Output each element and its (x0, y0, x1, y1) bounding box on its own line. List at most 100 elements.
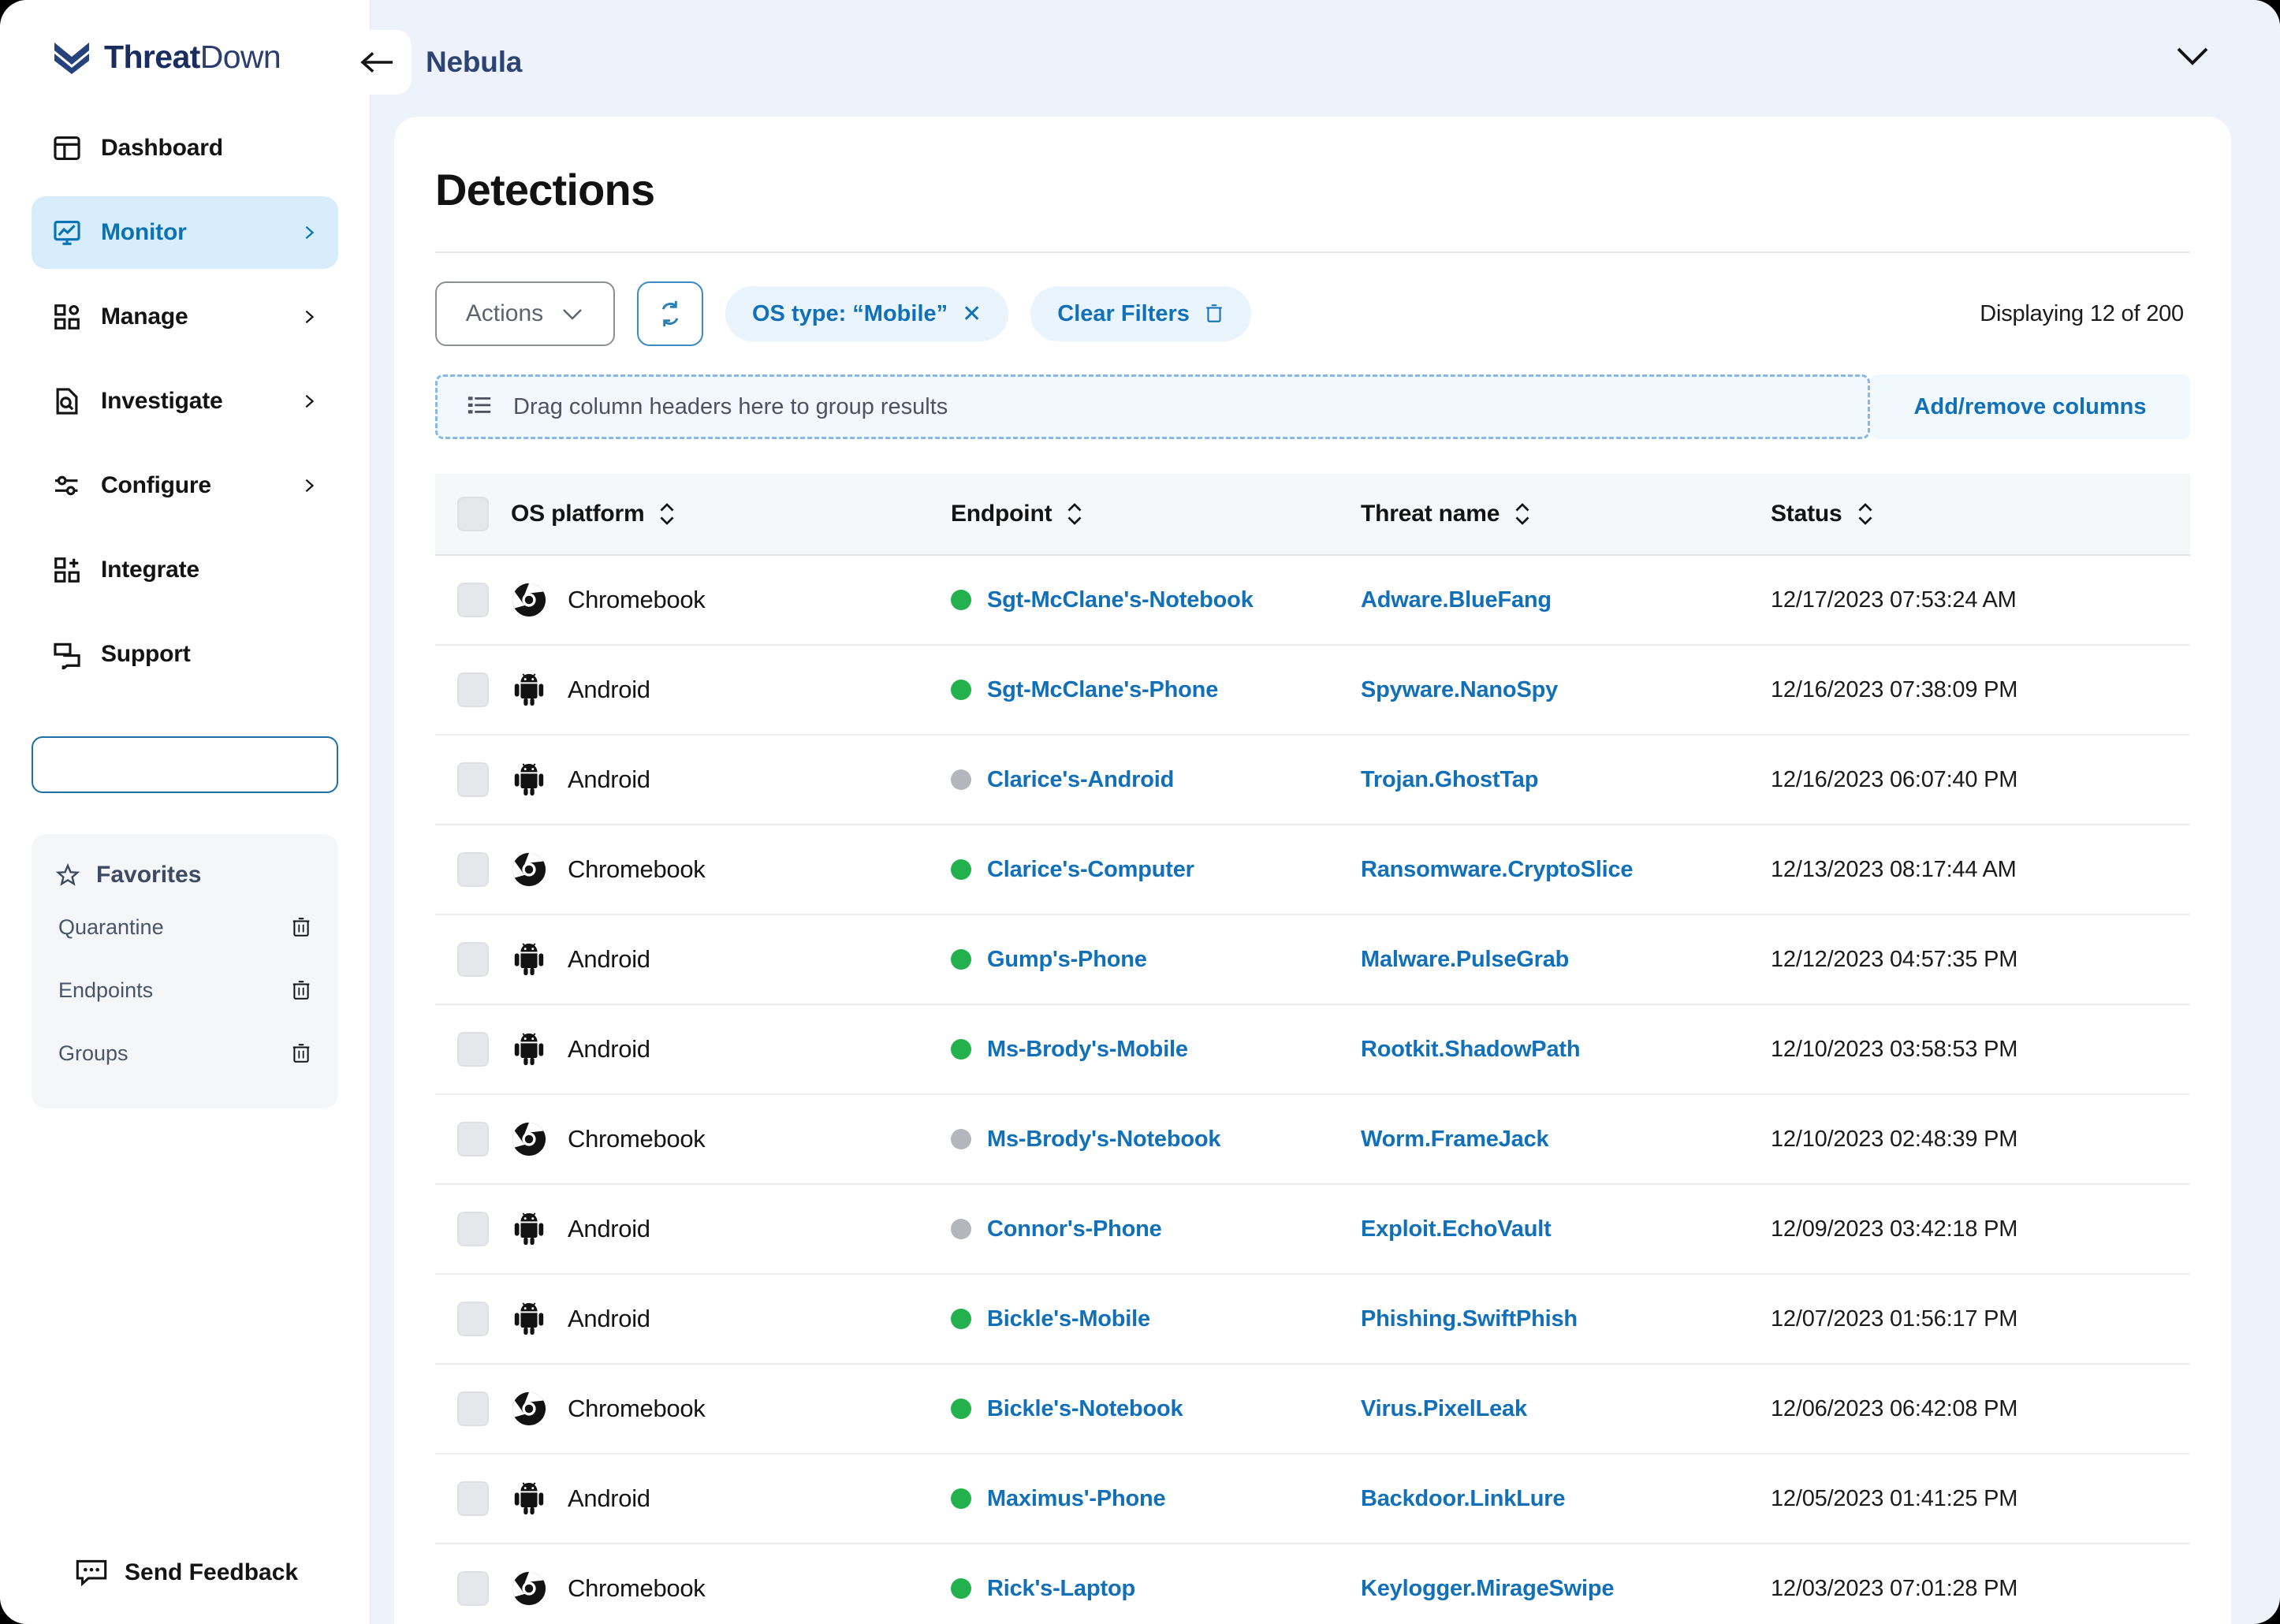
table-row[interactable]: AndroidSgt-McClane's-PhoneSpyware.NanoSp… (435, 646, 2190, 736)
table-row[interactable]: ChromebookMs-Brody's-NotebookWorm.FrameJ… (435, 1095, 2190, 1185)
chevron-down-icon[interactable] (2174, 44, 2211, 68)
row-select-cell[interactable] (435, 672, 511, 707)
table-row[interactable]: AndroidConnor's-PhoneExploit.EchoVault12… (435, 1185, 2190, 1275)
table-row[interactable]: ChromebookRick's-LaptopKeylogger.MirageS… (435, 1544, 2190, 1624)
row-checkbox[interactable] (457, 942, 489, 977)
sidebar-item-monitor[interactable]: Monitor (32, 196, 338, 269)
column-header-threat-name[interactable]: Threat name (1361, 501, 1771, 527)
endpoint-link[interactable]: Ms-Brody's-Notebook (987, 1127, 1220, 1153)
endpoint-link[interactable]: Ms-Brody's-Mobile (987, 1037, 1188, 1063)
close-x-icon[interactable]: ✕ (962, 300, 982, 328)
sidebar-item-manage[interactable]: Manage (32, 281, 338, 353)
column-header-status[interactable]: Status (1771, 501, 2190, 527)
threat-name-link[interactable]: Adware.BlueFang (1361, 587, 1552, 613)
sidebar-item-support[interactable]: Support (32, 618, 338, 691)
row-checkbox[interactable] (457, 852, 489, 887)
endpoint-link[interactable]: Connor's-Phone (987, 1216, 1162, 1242)
refresh-button[interactable] (637, 281, 703, 346)
trash-icon[interactable] (291, 1042, 311, 1064)
sidebar-search-input[interactable] (32, 736, 338, 793)
column-header-endpoint[interactable]: Endpoint (951, 501, 1361, 527)
row-select-cell[interactable] (435, 1571, 511, 1606)
threat-name-link[interactable]: Virus.PixelLeak (1361, 1396, 1527, 1421)
row-select-cell[interactable] (435, 1212, 511, 1246)
table-row[interactable]: AndroidClarice's-AndroidTrojan.GhostTap1… (435, 736, 2190, 825)
endpoint-link[interactable]: Sgt-McClane's-Notebook (987, 587, 1254, 613)
row-checkbox[interactable] (457, 762, 489, 797)
favorite-item-groups[interactable]: Groups (32, 1022, 338, 1085)
back-button[interactable] (344, 30, 412, 95)
sidebar-item-label: Monitor (101, 219, 281, 246)
table-row[interactable]: Android Bickle's-Mobile Phishing.SwiftPhis… (435, 1275, 2190, 1365)
actions-button-label: Actions (466, 300, 543, 327)
endpoint-link[interactable]: Clarice's-Computer (987, 857, 1194, 883)
row-select-cell[interactable] (435, 583, 511, 617)
row-checkbox[interactable] (457, 1122, 489, 1157)
threat-name-link[interactable]: Keylogger.MirageSwipe (1361, 1576, 1614, 1601)
table-row[interactable]: AndroidGump's-PhoneMalware.PulseGrab12/1… (435, 915, 2190, 1005)
sidebar-item-integrate[interactable]: Integrate (32, 534, 338, 606)
row-select-cell[interactable] (435, 1481, 511, 1516)
endpoint-link[interactable]: Clarice's-Android (987, 767, 1174, 793)
cell-os-platform: Android (511, 1301, 951, 1337)
list-lines-icon (466, 394, 493, 419)
row-checkbox[interactable] (457, 1212, 489, 1246)
table-row[interactable]: ChromebookSgt-McClane's-NotebookAdware.B… (435, 556, 2190, 646)
group-drop-zone[interactable]: Drag column headers here to group result… (435, 374, 1870, 439)
add-remove-columns-button[interactable]: Add/remove columns (1870, 374, 2190, 439)
sidebar-item-dashboard[interactable]: Dashboard (32, 112, 338, 184)
row-select-cell[interactable] (435, 1391, 511, 1426)
table-row[interactable]: ChromebookClarice's-ComputerRansomware.C… (435, 825, 2190, 915)
threat-name-link[interactable]: Malware.PulseGrab (1361, 947, 1569, 972)
row-checkbox[interactable] (457, 1391, 489, 1426)
threat-name-link[interactable]: Rootkit.ShadowPath (1361, 1037, 1580, 1062)
send-feedback-button[interactable]: Send Feedback (0, 1559, 371, 1586)
page-context-title: Nebula (426, 46, 522, 79)
row-select-cell[interactable] (435, 1032, 511, 1067)
row-select-cell[interactable] (435, 852, 511, 887)
threat-name-link[interactable]: Backdoor.LinkLure (1361, 1486, 1565, 1511)
column-header-label: OS platform (511, 501, 644, 527)
column-header-os-platform[interactable]: OS platform (511, 501, 951, 527)
table-row[interactable]: AndroidMs-Brody's-MobileRootkit.ShadowPa… (435, 1005, 2190, 1095)
threat-name-link[interactable]: Worm.FrameJack (1361, 1127, 1548, 1152)
threat-name-link[interactable]: Trojan.GhostTap (1361, 767, 1538, 792)
threat-name-link[interactable]: Ransomware.CryptoSlice (1361, 857, 1633, 882)
threat-name-link[interactable]: Spyware.NanoSpy (1361, 677, 1558, 702)
threat-name-link[interactable]: Exploit.EchoVault (1361, 1216, 1552, 1242)
trash-icon[interactable] (291, 979, 311, 1001)
row-checkbox[interactable] (457, 1032, 489, 1067)
actions-button[interactable]: Actions (435, 281, 615, 346)
sidebar-item-configure[interactable]: Configure (32, 449, 338, 522)
cell-status: 12/16/2023 07:38:09 PM (1771, 677, 2190, 703)
table-row[interactable]: ChromebookBickle's-NotebookVirus.PixelLe… (435, 1365, 2190, 1455)
endpoint-link[interactable]: Rick's-Laptop (987, 1576, 1135, 1602)
row-checkbox[interactable] (457, 1571, 489, 1606)
android-icon (511, 1481, 547, 1517)
endpoint-link[interactable]: Gump's-Phone (987, 947, 1147, 973)
favorite-item-quarantine[interactable]: Quarantine (32, 896, 338, 959)
sidebar-item-investigate[interactable]: Investigate (32, 365, 338, 438)
row-select-cell[interactable] (435, 762, 511, 797)
endpoint-link[interactable]: Sgt-McClane's-Phone (987, 677, 1218, 703)
select-all-cell[interactable] (435, 497, 511, 531)
trash-icon[interactable] (291, 916, 311, 938)
favorite-item-endpoints[interactable]: Endpoints (32, 959, 338, 1022)
threat-name-link[interactable]: Phishing.SwiftPhish (1361, 1306, 1578, 1332)
endpoint-link[interactable]: Maximus'-Phone (987, 1486, 1165, 1512)
row-select-cell[interactable] (435, 942, 511, 977)
brand-logo-area[interactable]: ThreatDown (0, 0, 370, 76)
select-all-checkbox[interactable] (457, 497, 489, 531)
table-row[interactable]: AndroidMaximus'-PhoneBackdoor.LinkLure12… (435, 1455, 2190, 1544)
row-checkbox[interactable] (457, 1481, 489, 1516)
row-checkbox[interactable] (457, 672, 489, 707)
status-timestamp: 12/03/2023 07:01:28 PM (1771, 1576, 2017, 1601)
row-checkbox[interactable] (457, 583, 489, 617)
row-checkbox[interactable] (457, 1302, 489, 1336)
endpoint-link[interactable]: Bickle's-Mobile (987, 1306, 1150, 1332)
filter-chip-os-type[interactable]: OS type: “Mobile” ✕ (725, 286, 1008, 341)
clear-filters-button[interactable]: Clear Filters (1030, 286, 1251, 341)
row-select-cell[interactable] (435, 1302, 511, 1336)
row-select-cell[interactable] (435, 1122, 511, 1157)
endpoint-link[interactable]: Bickle's-Notebook (987, 1396, 1183, 1422)
